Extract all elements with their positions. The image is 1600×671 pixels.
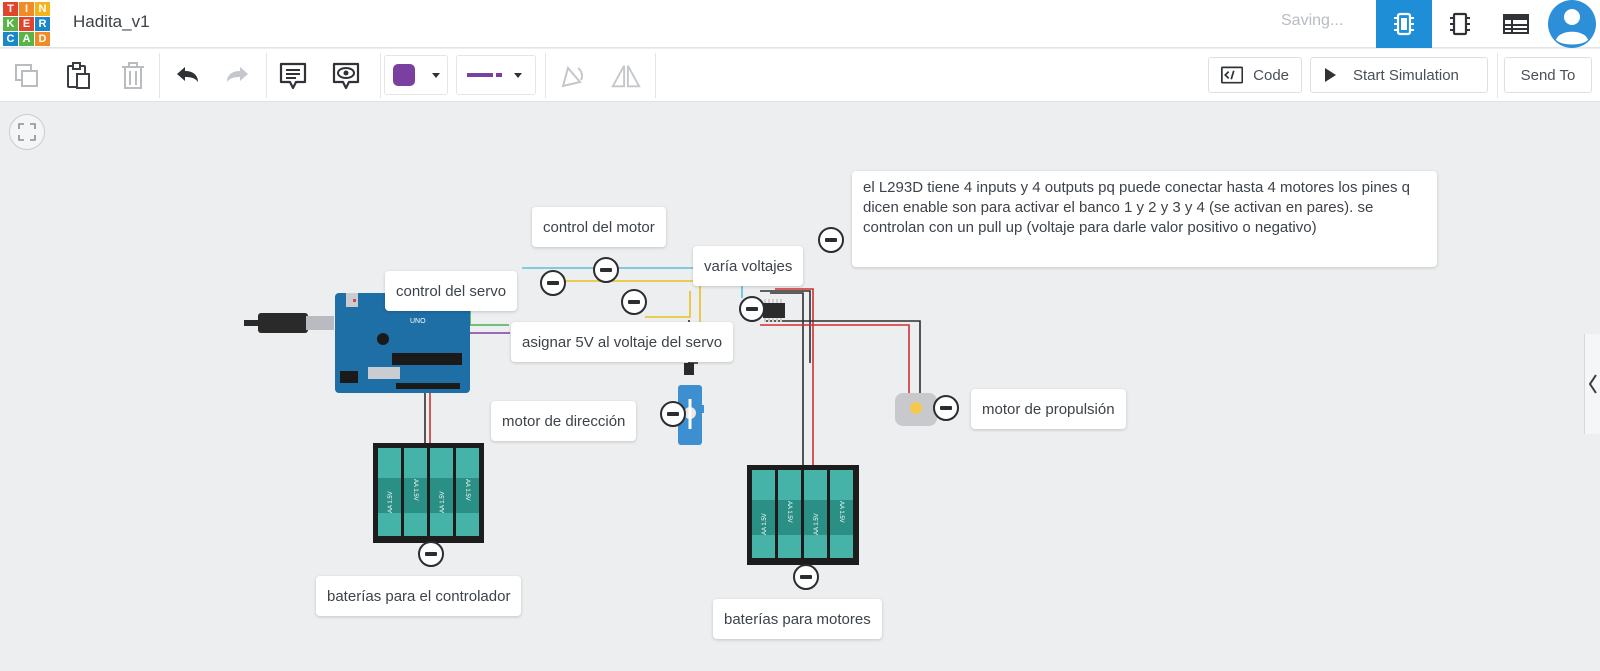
undo-button[interactable] bbox=[171, 60, 203, 92]
battery-cell-label: AA 1.5V bbox=[814, 513, 820, 535]
battery-pack-controller[interactable]: AA 1.5V AA 1.5V AA 1.5V AA 1.5V bbox=[373, 443, 484, 543]
toggle-notes-visibility-button[interactable] bbox=[330, 60, 362, 92]
circuit-view-icon bbox=[1394, 12, 1414, 36]
copy-icon bbox=[15, 64, 38, 87]
battery-cell-label: AA 1.5V bbox=[762, 513, 768, 535]
code-button-label: Code bbox=[1253, 66, 1289, 84]
battery-cell-label: AA 1.5V bbox=[440, 491, 446, 513]
user-avatar-icon bbox=[1548, 0, 1596, 48]
note-collapse-icon[interactable] bbox=[621, 289, 647, 315]
wire-style-icon bbox=[467, 73, 522, 78]
trash-icon bbox=[122, 62, 144, 89]
logo-letter: C bbox=[3, 32, 18, 46]
wire-type-dropdown[interactable] bbox=[456, 55, 536, 95]
battery-cell-label: AA 1.5V bbox=[786, 501, 792, 523]
note-control-servo[interactable]: control del servo bbox=[385, 271, 518, 311]
battery-cell-label: AA 1.5V bbox=[412, 479, 418, 501]
logo-letter: I bbox=[19, 2, 34, 16]
flip-button[interactable] bbox=[610, 60, 642, 92]
component-list-icon bbox=[1503, 14, 1529, 34]
note-collapse-icon[interactable] bbox=[933, 395, 959, 421]
logo-letter: R bbox=[35, 17, 50, 31]
notes-button[interactable] bbox=[277, 60, 309, 92]
circuit-canvas[interactable]: UNO AA 1.5V AA 1.5V AA 1.5V AA 1.5V AA 1… bbox=[0, 103, 1600, 671]
note-collapse-icon[interactable] bbox=[593, 257, 619, 283]
logo-letter: D bbox=[35, 32, 50, 46]
tinkercad-editor: T I N K E R C A D Hadita_v1 Saving... Co… bbox=[0, 0, 1600, 671]
color-swatch-icon bbox=[393, 64, 440, 86]
schematic-view-button[interactable] bbox=[1432, 0, 1488, 48]
toolbar-divider bbox=[1497, 53, 1498, 98]
battery-cell-label: AA 1.5V bbox=[464, 479, 470, 501]
code-icon bbox=[1221, 66, 1244, 84]
top-bar: T I N K E R C A D Hadita_v1 Saving... bbox=[0, 0, 1600, 48]
l293d-chip[interactable] bbox=[763, 299, 785, 322]
circuit-view-button[interactable] bbox=[1376, 0, 1432, 48]
logo-letter: K bbox=[3, 17, 18, 31]
rotate-button[interactable] bbox=[556, 60, 588, 92]
save-status: Saving... bbox=[1281, 12, 1344, 29]
toolbar-divider bbox=[380, 53, 381, 98]
schematic-view-icon bbox=[1450, 12, 1470, 36]
wire-color-dropdown[interactable] bbox=[384, 55, 448, 95]
toolbar-divider bbox=[159, 53, 160, 98]
logo-letter: N bbox=[35, 2, 50, 16]
code-button[interactable]: Code bbox=[1208, 57, 1302, 93]
wire[interactable] bbox=[770, 292, 804, 465]
note-motor-propulsion[interactable]: motor de propulsión bbox=[971, 389, 1126, 429]
note-motor-direccion[interactable]: motor de dirección bbox=[491, 401, 637, 441]
start-simulation-button[interactable]: Start Simulation bbox=[1310, 57, 1488, 93]
edit-toolbar: Code Start Simulation Send To bbox=[0, 49, 1600, 102]
note-baterias-controlador[interactable]: baterías para el controlador bbox=[316, 576, 522, 616]
note-collapse-icon[interactable] bbox=[739, 296, 765, 322]
play-icon bbox=[1325, 68, 1336, 82]
delete-button[interactable] bbox=[117, 60, 149, 92]
note-collapse-icon[interactable] bbox=[418, 541, 444, 567]
toolbar-divider bbox=[655, 53, 656, 98]
note-collapse-icon[interactable] bbox=[660, 401, 686, 427]
dc-motor[interactable] bbox=[895, 393, 937, 426]
start-simulation-label: Start Simulation bbox=[1353, 66, 1459, 84]
logo-letter: E bbox=[19, 17, 34, 31]
user-avatar[interactable] bbox=[1547, 0, 1597, 48]
note-collapse-icon[interactable] bbox=[793, 564, 819, 590]
redo-icon bbox=[227, 67, 248, 82]
battery-pack-motors[interactable]: AA 1.5V AA 1.5V AA 1.5V AA 1.5V bbox=[747, 465, 859, 565]
tinkercad-logo[interactable]: T I N K E R C A D bbox=[2, 1, 50, 46]
note-collapse-icon[interactable] bbox=[818, 227, 844, 253]
note-asignar-5v[interactable]: asignar 5V al voltaje del servo bbox=[511, 322, 734, 362]
wire[interactable] bbox=[760, 324, 910, 393]
undo-icon bbox=[177, 67, 198, 82]
usb-cable[interactable] bbox=[244, 313, 334, 333]
send-to-label: Send To bbox=[1520, 66, 1576, 84]
flip-icon bbox=[611, 65, 641, 88]
send-to-button[interactable]: Send To bbox=[1504, 57, 1592, 93]
toolbar-divider bbox=[545, 53, 546, 98]
battery-cell-label: AA 1.5V bbox=[838, 501, 844, 523]
rotate-icon bbox=[561, 65, 583, 88]
note-varia-voltajes[interactable]: varía voltajes bbox=[693, 246, 804, 286]
arduino-label: UNO bbox=[410, 318, 426, 325]
paste-icon bbox=[67, 62, 90, 89]
note-collapse-icon[interactable] bbox=[540, 270, 566, 296]
note-icon bbox=[279, 62, 307, 90]
wire[interactable] bbox=[645, 291, 691, 318]
eye-note-icon bbox=[332, 62, 360, 90]
note-baterias-motores[interactable]: baterías para motores bbox=[713, 599, 882, 639]
logo-letter: A bbox=[19, 32, 34, 46]
battery-cell-label: AA 1.5V bbox=[388, 491, 394, 513]
toolbar-divider bbox=[266, 53, 267, 98]
wire[interactable] bbox=[765, 320, 921, 393]
note-l293d-info[interactable]: el L293D tiene 4 inputs y 4 outputs pq p… bbox=[852, 171, 1437, 267]
redo-button[interactable] bbox=[222, 60, 254, 92]
component-list-button[interactable] bbox=[1488, 0, 1544, 48]
copy-button[interactable] bbox=[11, 60, 43, 92]
note-control-motor[interactable]: control del motor bbox=[532, 207, 666, 247]
logo-letter: T bbox=[3, 2, 18, 16]
paste-button[interactable] bbox=[63, 60, 95, 92]
project-title[interactable]: Hadita_v1 bbox=[73, 12, 150, 32]
